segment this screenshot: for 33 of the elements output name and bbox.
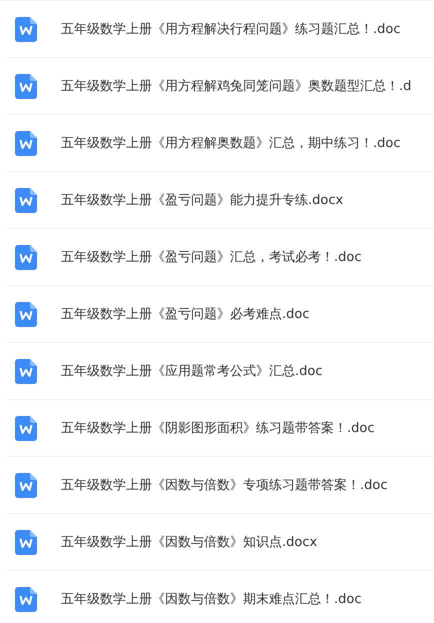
file-name: 五年级数学上册《用方程解奥数题》汇总，期中练习！.doc [61,135,400,152]
file-row[interactable]: 五年级数学上册《阴影图形面积》练习题带答案！.doc [7,400,434,457]
file-row[interactable]: 五年级数学上册《应用题常考公式》汇总.doc [7,343,434,400]
file-name: 五年级数学上册《应用题常考公式》汇总.doc [61,363,322,380]
file-name: 五年级数学上册《盈亏问题》必考难点.doc [61,306,310,323]
file-row[interactable]: 五年级数学上册《因数与倍数》期末难点汇总！.doc [7,571,434,623]
file-name: 五年级数学上册《用方程解鸡兔同笼问题》奥数题型汇总！.d [61,78,412,95]
file-row[interactable]: 五年级数学上册《盈亏问题》汇总，考试必考！.doc [7,229,434,286]
file-name: 五年级数学上册《因数与倍数》知识点.docx [61,534,318,551]
word-file-icon [15,416,37,440]
file-name: 五年级数学上册《盈亏问题》汇总，考试必考！.doc [61,249,362,266]
word-file-icon [15,74,37,98]
word-file-icon [15,472,37,498]
word-file-icon [15,358,37,384]
file-name: 五年级数学上册《阴影图形面积》练习题带答案！.doc [61,420,374,437]
file-row[interactable]: 五年级数学上册《盈亏问题》能力提升专练.docx [7,172,434,229]
word-file-icon [15,16,37,42]
file-row[interactable]: 五年级数学上册《盈亏问题》必考难点.doc [7,286,434,343]
word-file-icon [15,302,37,326]
file-name: 五年级数学上册《盈亏问题》能力提升专练.docx [61,192,344,209]
word-file-icon [15,244,37,270]
file-name: 五年级数学上册《用方程解决行程问题》练习题汇总！.doc [61,21,400,38]
word-file-icon [15,530,37,554]
file-name: 五年级数学上册《因数与倍数》期末难点汇总！.doc [61,591,362,608]
word-file-icon [15,586,37,612]
word-file-icon [15,130,37,156]
file-row[interactable]: 五年级数学上册《用方程解鸡兔同笼问题》奥数题型汇总！.d [7,58,434,115]
file-row[interactable]: 五年级数学上册《用方程解奥数题》汇总，期中练习！.doc [7,115,434,172]
file-row[interactable]: 五年级数学上册《用方程解决行程问题》练习题汇总！.doc [7,1,434,58]
file-name: 五年级数学上册《因数与倍数》专项练习题带答案！.doc [61,477,388,494]
file-row[interactable]: 五年级数学上册《因数与倍数》知识点.docx [7,514,434,571]
word-file-icon [15,188,37,212]
file-row[interactable]: 五年级数学上册《因数与倍数》专项练习题带答案！.doc [7,457,434,514]
